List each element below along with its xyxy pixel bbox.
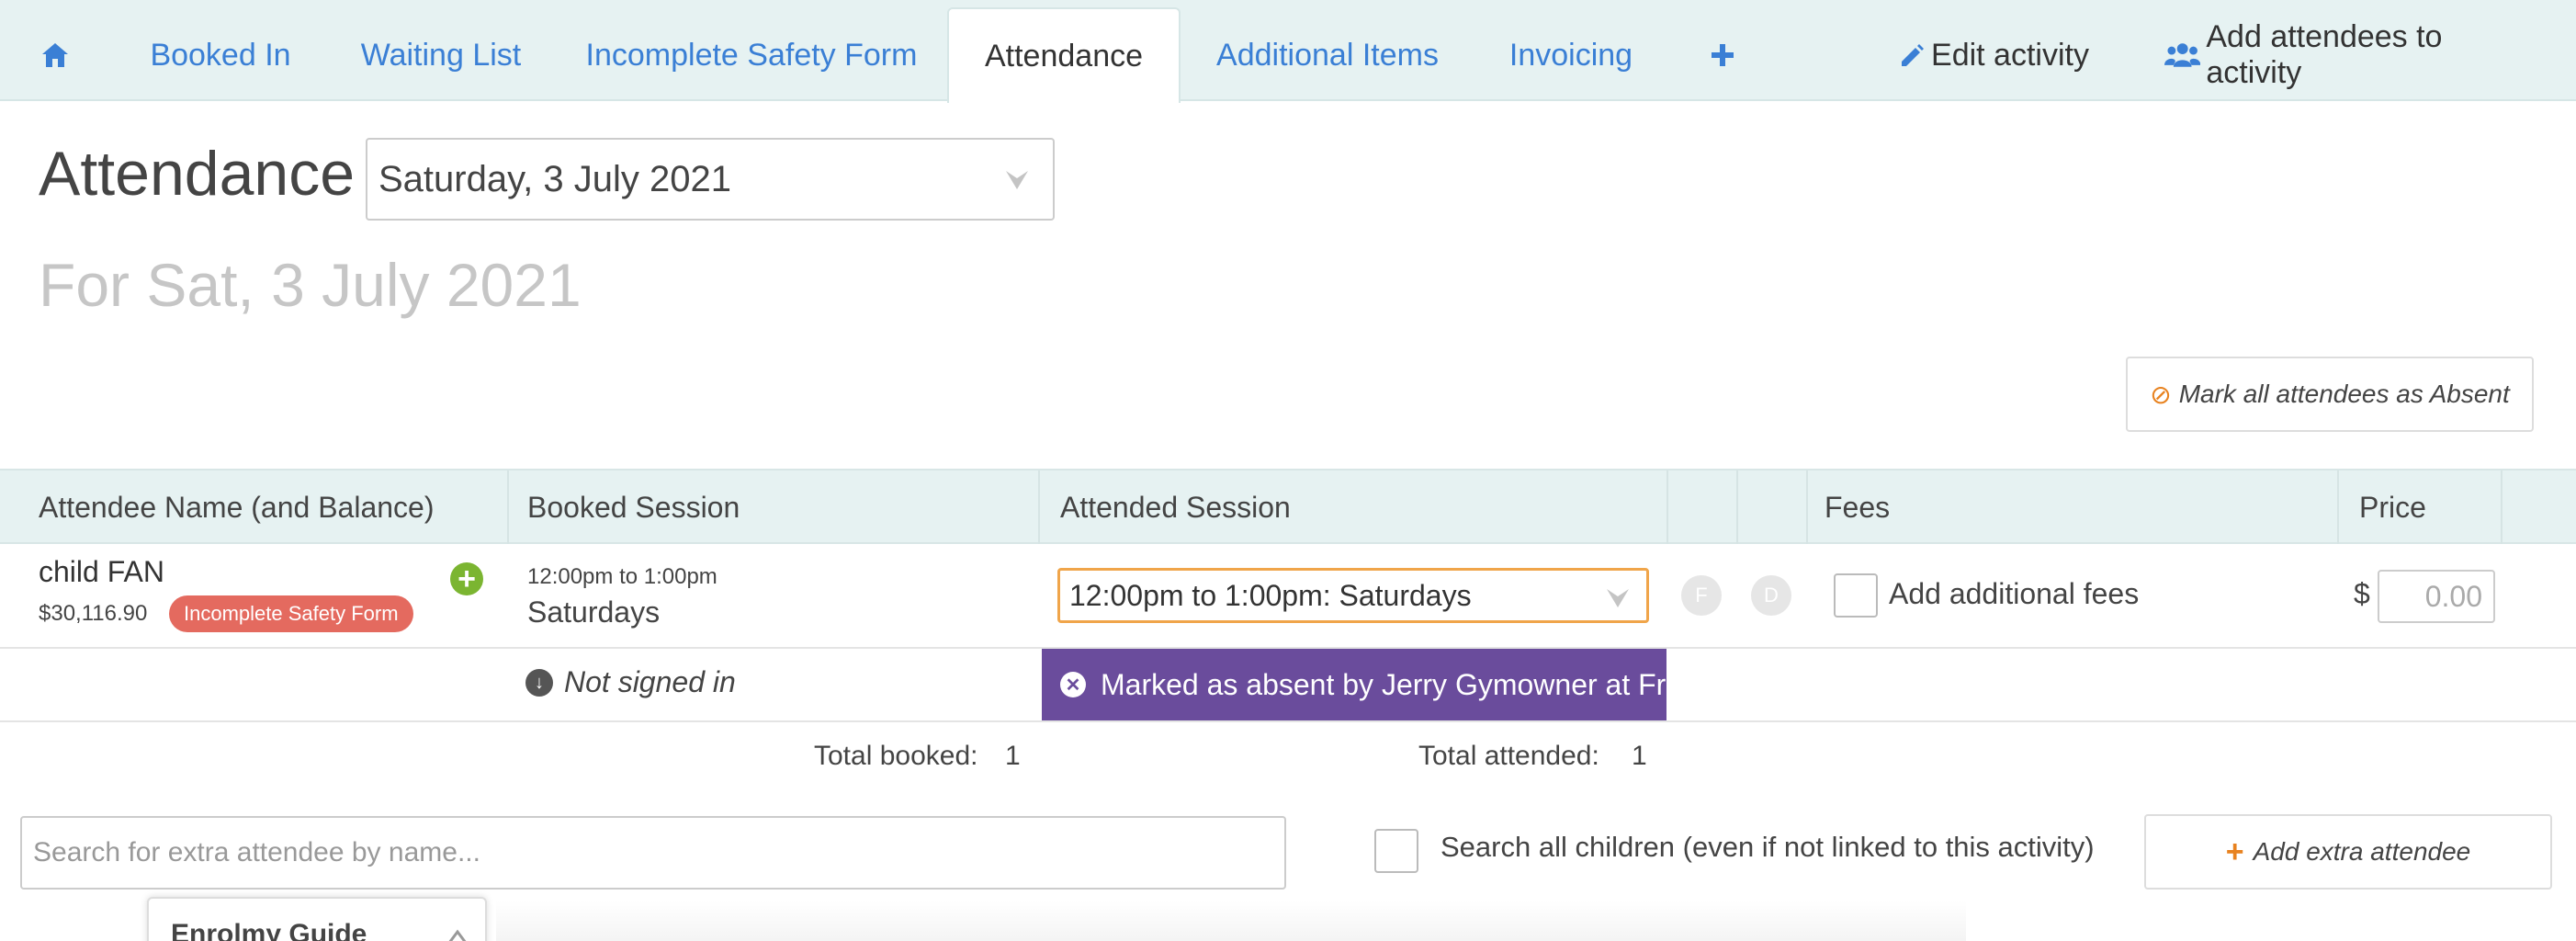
users-icon: [2164, 43, 2201, 67]
attended-session-select[interactable]: 12:00pm to 1:00pm: Saturdays: [1057, 568, 1649, 623]
home-icon: [42, 43, 68, 67]
column-header-fees: Fees: [1808, 470, 2339, 544]
plus-icon: +: [2225, 833, 2244, 869]
tab-invoicing[interactable]: Invoicing: [1497, 9, 1644, 101]
attended-session-value: 12:00pm to 1:00pm: Saturdays: [1069, 578, 1472, 612]
chevron-up-icon[interactable]: [446, 926, 469, 941]
search-all-children-label: Search all children (even if not linked …: [1441, 831, 2095, 863]
chevron-down-icon: [1607, 589, 1629, 607]
tab-home[interactable]: [17, 9, 94, 101]
add-attendees-label: Add attendees to activity: [2206, 19, 2443, 90]
tab-bar: Booked In Waiting List Incomplete Safety…: [0, 0, 2576, 103]
attendee-balance: $30,116.90: [39, 601, 148, 626]
flag-d-button[interactable]: D: [1751, 575, 1791, 616]
absent-banner: ✕ Marked as absent by Jerry Gymowner at …: [1042, 649, 1666, 720]
currency-symbol: $: [2354, 577, 2370, 610]
edit-activity-label: Edit activity: [1931, 37, 2089, 73]
page-subtitle: For Sat, 3 July 2021: [39, 251, 582, 319]
column-header-attendee: Attendee Name (and Balance): [0, 470, 509, 544]
edit-activity-button[interactable]: Edit activity: [1892, 9, 2095, 101]
tab-add[interactable]: [1690, 9, 1755, 101]
plus-icon: [1712, 44, 1734, 66]
total-booked-label: Total booked:: [814, 741, 978, 771]
pencil-icon: [1902, 44, 1925, 66]
table-header: Attendee Name (and Balance) Booked Sessi…: [0, 469, 2576, 544]
extra-attendee-search-input[interactable]: [20, 816, 1286, 890]
tab-booked-in[interactable]: Booked In: [129, 9, 312, 101]
absent-text: Marked as absent by Jerry Gymowner at Fr…: [1101, 667, 1666, 701]
total-booked-value: 1: [1005, 741, 1021, 771]
flag-f-button[interactable]: F: [1681, 575, 1722, 616]
column-header-price: Price: [2339, 470, 2503, 544]
add-fees-checkbox[interactable]: [1834, 573, 1878, 618]
booked-session-time: 12:00pm to 1:00pm: [527, 564, 717, 589]
table-row-status: ↓ Not signed in ✕ Marked as absent by Je…: [0, 649, 2576, 722]
search-all-children-checkbox[interactable]: [1374, 829, 1418, 873]
mark-all-absent-label: Mark all attendees as Absent: [2178, 380, 2510, 408]
price-input[interactable]: 0.00: [2378, 570, 2495, 623]
tab-additional-items[interactable]: Additional Items: [1203, 9, 1452, 101]
column-header-attended-session: Attended Session: [1040, 470, 1668, 544]
tab-attendance[interactable]: Attendance: [947, 7, 1181, 103]
total-attended-value: 1: [1632, 741, 1647, 771]
date-select-value: Saturday, 3 July 2021: [378, 158, 731, 199]
enrolmy-guide-panel[interactable]: Enrolmy Guide: [147, 897, 487, 941]
column-header-flag-f: [1668, 470, 1738, 544]
booked-session-day: Saturdays: [527, 595, 661, 629]
add-attendees-button[interactable]: Add attendees to activity: [2164, 9, 2541, 101]
date-select[interactable]: Saturday, 3 July 2021: [366, 138, 1055, 221]
page-title: Attendance: [39, 139, 356, 209]
add-extra-attendee-label: Add extra attendee: [2253, 837, 2471, 866]
arrow-down-circle-icon: ↓: [525, 669, 553, 697]
ban-icon: ⊘: [2150, 380, 2172, 409]
add-circle-icon[interactable]: +: [450, 562, 483, 595]
status-badge: Incomplete Safety Form: [169, 595, 413, 632]
column-header-flag-d: [1738, 470, 1808, 544]
column-header-booked-session: Booked Session: [509, 470, 1040, 544]
table-row: child FAN $30,116.90 Incomplete Safety F…: [0, 544, 2576, 649]
guide-title: Enrolmy Guide: [171, 919, 367, 941]
tab-waiting-list[interactable]: Waiting List: [340, 9, 542, 101]
add-fees-label: Add additional fees: [1889, 577, 2140, 610]
total-attended-label: Total attended:: [1418, 741, 1599, 771]
mark-all-absent-button[interactable]: ⊘ Mark all attendees as Absent: [2126, 357, 2534, 432]
column-header-actions: [2503, 470, 2576, 544]
attendee-name[interactable]: child FAN: [39, 555, 164, 589]
signin-status: Not signed in: [564, 665, 736, 698]
close-circle-icon[interactable]: ✕: [1060, 672, 1086, 697]
page-fade: [496, 901, 1966, 941]
tab-incomplete-safety-form[interactable]: Incomplete Safety Form: [575, 9, 928, 101]
add-extra-attendee-button[interactable]: + Add extra attendee: [2144, 814, 2552, 890]
chevron-down-icon: [1006, 171, 1028, 189]
